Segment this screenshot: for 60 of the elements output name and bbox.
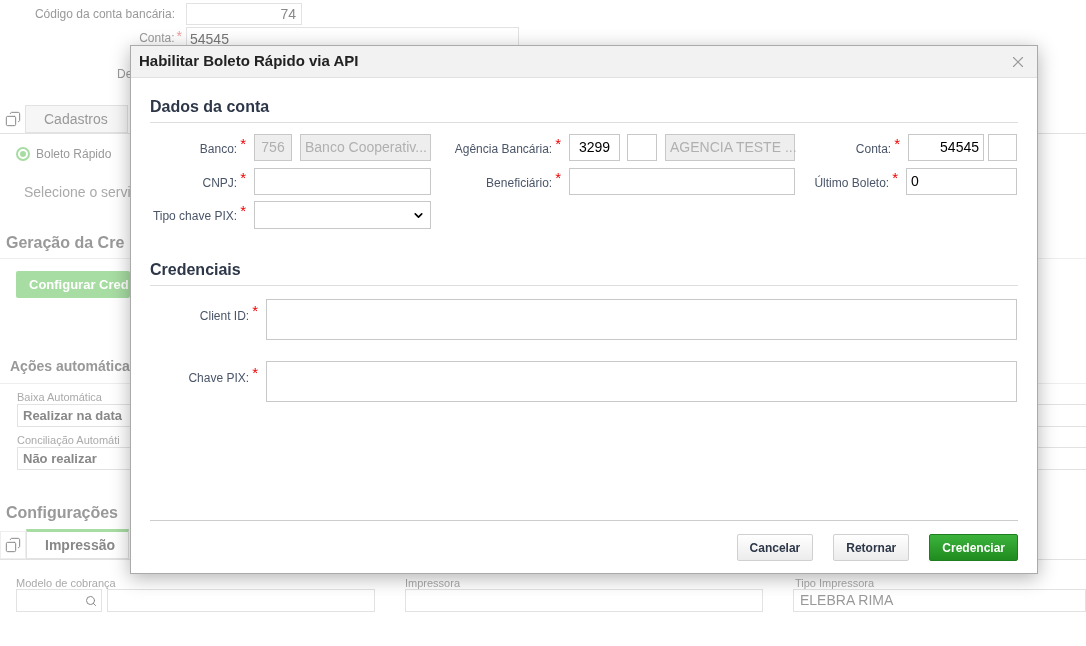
- field-label: Impressora: [405, 577, 462, 589]
- input-field[interactable]: AGENCIA TESTE ...: [665, 134, 795, 161]
- tab[interactable]: Cadastros: [25, 105, 128, 133]
- field-label: Modelo de cobrança: [16, 577, 117, 589]
- field-label: Client ID:: [199, 308, 250, 325]
- select-field[interactable]: [254, 201, 431, 229]
- required-mark: *: [176, 29, 182, 46]
- required-mark: *: [252, 365, 258, 380]
- required-mark: *: [555, 136, 561, 151]
- prompt-text: Selecione o servi: [24, 184, 131, 200]
- field-label: Último Boleto:: [814, 174, 890, 192]
- text-area[interactable]: [266, 299, 1017, 340]
- section-title: Geração da Cre: [6, 233, 125, 253]
- text-area[interactable]: [266, 361, 1017, 402]
- field-label: Chave PIX:: [188, 370, 250, 387]
- required-mark: *: [894, 136, 900, 151]
- field-label: Conta:: [855, 141, 892, 158]
- input-field[interactable]: [988, 134, 1017, 161]
- dialog-button[interactable]: Retornar: [833, 534, 910, 561]
- input-field[interactable]: [627, 134, 657, 161]
- dialog-button[interactable]: Cancelar: [736, 534, 814, 561]
- input-field[interactable]: ELEBRA RIMA: [793, 589, 1086, 612]
- field-label: Beneficiário:: [486, 175, 553, 192]
- dialog-title: Habilitar Boleto Rápido via API: [139, 51, 359, 72]
- dialog-button[interactable]: Credenciar: [929, 534, 1018, 561]
- required-mark: *: [555, 170, 561, 185]
- required-mark: *: [240, 136, 246, 151]
- field-label: Conciliação Automáti: [17, 433, 121, 447]
- section-title: Ações automática: [10, 357, 130, 376]
- copy-icon[interactable]: [5, 537, 21, 553]
- field-label: Banco:: [199, 141, 238, 158]
- field-label: Tipo chave PIX:: [152, 208, 238, 225]
- input-field[interactable]: 3299: [569, 134, 620, 161]
- radio-label: Boleto Rápido: [36, 146, 112, 163]
- field-label: Tipo Impressora: [794, 577, 876, 589]
- field-label: Baixa Automática: [17, 390, 103, 404]
- input-field[interactable]: 756: [254, 134, 292, 161]
- input-field[interactable]: [254, 168, 431, 195]
- input-field[interactable]: 0: [906, 168, 1017, 195]
- required-mark: *: [240, 170, 246, 185]
- required-mark: *: [252, 303, 258, 318]
- input-field[interactable]: [569, 168, 795, 195]
- search-icon[interactable]: [85, 594, 97, 607]
- section-title: Dados da conta: [150, 98, 270, 115]
- copy-icon[interactable]: [4, 111, 21, 127]
- tab[interactable]: Impressão: [26, 529, 129, 559]
- required-mark: *: [892, 170, 898, 185]
- required-mark: *: [240, 203, 246, 218]
- section-title: Configurações: [6, 503, 118, 523]
- section-title: Credenciais: [150, 261, 241, 278]
- field-label: Agência Bancária:: [454, 141, 553, 158]
- field-label: Código da conta bancária:: [34, 6, 175, 23]
- input-field[interactable]: 74: [186, 3, 302, 25]
- input-field[interactable]: [405, 589, 763, 612]
- input-field[interactable]: 54545: [908, 134, 984, 161]
- field-label: CNPJ:: [202, 175, 238, 192]
- input-field[interactable]: [107, 589, 375, 612]
- field-label: Conta:: [139, 30, 175, 47]
- radio-button[interactable]: [16, 147, 30, 161]
- input-field[interactable]: Banco Cooperativ...: [300, 134, 431, 161]
